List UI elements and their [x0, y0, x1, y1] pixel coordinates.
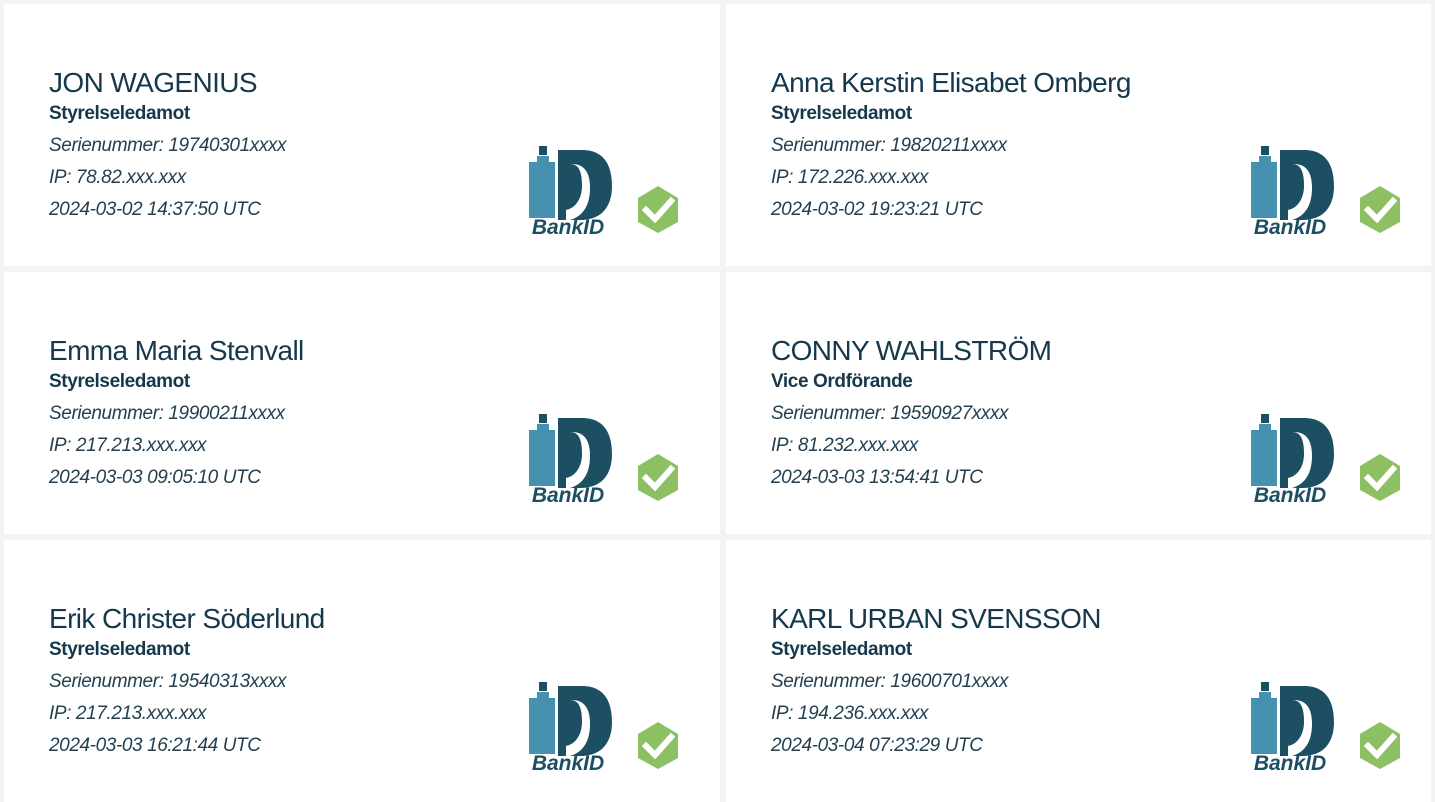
signer-role: Vice Ordförande — [771, 371, 913, 392]
signer-info: Anna Kerstin Elisabet Omberg Styrelseled… — [771, 66, 1131, 226]
bankid-logo-text: BankID — [532, 484, 604, 502]
checkmark-hexagon-icon — [633, 452, 683, 502]
signature-card: Emma Maria Stenvall Styrelseledamot Seri… — [4, 272, 720, 534]
bankid-logo: BankID — [520, 682, 616, 770]
signer-serial-number: Serienummer: 19540313xxxx — [49, 671, 287, 692]
signer-timestamp: 2024-03-03 09:05:10 UTC — [49, 467, 261, 488]
bankid-logo: BankID — [520, 146, 616, 234]
signer-serial-number: Serienummer: 19600701xxxx — [771, 671, 1009, 692]
signer-role: Styrelseledamot — [49, 103, 190, 124]
signer-timestamp: 2024-03-02 14:37:50 UTC — [49, 199, 261, 220]
signature-card: JON WAGENIUS Styrelseledamot Serienummer… — [4, 4, 720, 266]
signer-info: KARL URBAN SVENSSON Styrelseledamot Seri… — [771, 602, 1101, 762]
signature-card: CONNY WAHLSTRÖM Vice Ordförande Serienum… — [726, 272, 1431, 534]
signer-name: JON WAGENIUS — [49, 67, 258, 98]
signer-ip-address: IP: 172.226.xxx.xxx — [771, 167, 929, 188]
signer-role: Styrelseledamot — [771, 103, 912, 124]
bankid-logo: BankID — [1242, 682, 1338, 770]
bankid-logo-text: BankID — [532, 216, 604, 234]
signer-timestamp: 2024-03-03 16:21:44 UTC — [49, 735, 261, 756]
bankid-logo: BankID — [1242, 146, 1338, 234]
signer-ip-address: IP: 217.213.xxx.xxx — [49, 435, 207, 456]
bankid-logo-text: BankID — [532, 752, 604, 770]
signer-name: KARL URBAN SVENSSON — [771, 603, 1101, 634]
signer-info: JON WAGENIUS Styrelseledamot Serienummer… — [49, 66, 287, 226]
signer-name: CONNY WAHLSTRÖM — [771, 335, 1052, 366]
checkmark-hexagon-icon — [1355, 452, 1405, 502]
signer-serial-number: Serienummer: 19820211xxxx — [771, 135, 1007, 156]
signer-role: Styrelseledamot — [49, 639, 190, 660]
signer-info: CONNY WAHLSTRÖM Vice Ordförande Serienum… — [771, 334, 1052, 494]
signer-name: Emma Maria Stenvall — [49, 335, 304, 366]
signer-timestamp: 2024-03-04 07:23:29 UTC — [771, 735, 983, 756]
checkmark-hexagon-icon — [1355, 720, 1405, 770]
signer-serial-number: Serienummer: 19590927xxxx — [771, 403, 1009, 424]
bankid-logo-text: BankID — [1254, 752, 1326, 770]
checkmark-hexagon-icon — [633, 720, 683, 770]
signature-card: Anna Kerstin Elisabet Omberg Styrelseled… — [726, 4, 1431, 266]
signature-card: Erik Christer Söderlund Styrelseledamot … — [4, 540, 720, 802]
signer-serial-number: Serienummer: 19900211xxxx — [49, 403, 285, 424]
checkmark-hexagon-icon — [633, 184, 683, 234]
signer-timestamp: 2024-03-03 13:54:41 UTC — [771, 467, 983, 488]
signer-info: Emma Maria Stenvall Styrelseledamot Seri… — [49, 334, 304, 494]
bankid-logo: BankID — [1242, 414, 1338, 502]
signatures-grid: JON WAGENIUS Styrelseledamot Serienummer… — [4, 4, 1431, 802]
bankid-logo: BankID — [520, 414, 616, 502]
bankid-logo-text: BankID — [1254, 216, 1326, 234]
signer-role: Styrelseledamot — [771, 639, 912, 660]
bankid-logo-text: BankID — [1254, 484, 1326, 502]
signer-ip-address: IP: 194.236.xxx.xxx — [771, 703, 929, 724]
signer-name: Erik Christer Söderlund — [49, 603, 325, 634]
signer-serial-number: Serienummer: 19740301xxxx — [49, 135, 287, 156]
signer-ip-address: IP: 217.213.xxx.xxx — [49, 703, 207, 724]
checkmark-hexagon-icon — [1355, 184, 1405, 234]
signer-ip-address: IP: 81.232.xxx.xxx — [771, 435, 918, 456]
signer-ip-address: IP: 78.82.xxx.xxx — [49, 167, 186, 188]
signer-info: Erik Christer Söderlund Styrelseledamot … — [49, 602, 325, 762]
signer-name: Anna Kerstin Elisabet Omberg — [771, 67, 1131, 98]
signer-timestamp: 2024-03-02 19:23:21 UTC — [771, 199, 983, 220]
signature-card: KARL URBAN SVENSSON Styrelseledamot Seri… — [726, 540, 1431, 802]
signer-role: Styrelseledamot — [49, 371, 190, 392]
